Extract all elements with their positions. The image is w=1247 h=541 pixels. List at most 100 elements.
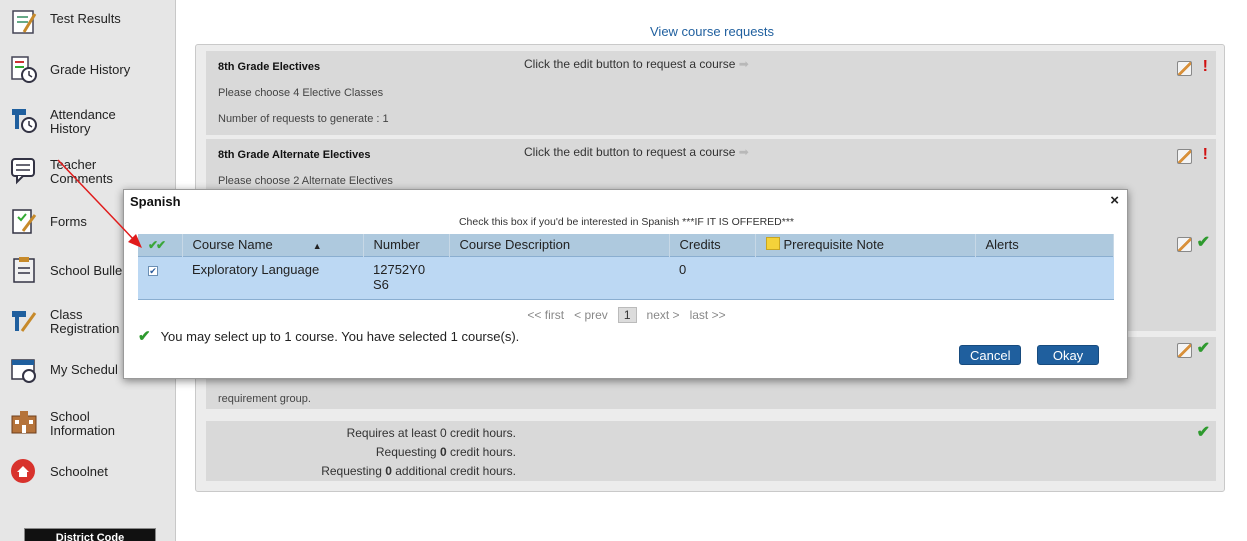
column-label: Number (373, 237, 420, 253)
sidebar-item-test-results[interactable]: Test Results (0, 0, 176, 44)
column-label: Course Description (459, 237, 571, 253)
edit-icon[interactable] (1177, 237, 1192, 252)
column-label: Credits (679, 237, 721, 253)
course-table: ✔✔ Course Name ▲ Number Course Descriptio… (138, 234, 1114, 300)
pager: << first < prev 1 next > last >> (124, 307, 1129, 323)
select-all-checkbox[interactable]: ✔✔ (138, 234, 183, 256)
ok-check-icon: ✔ (1196, 340, 1210, 357)
column-course-name[interactable]: Course Name ▲ (182, 234, 364, 256)
sidebar-item-label: School Bulle (50, 263, 123, 278)
pager-next[interactable]: next > (647, 308, 680, 322)
sidebar-item-label: Schoolnet (50, 464, 108, 479)
my-schedule-icon (6, 353, 42, 387)
column-number[interactable]: Number (363, 234, 450, 256)
row-checkbox-cell[interactable]: ✔ (138, 255, 182, 300)
warning-icon: ! (1202, 146, 1208, 163)
edit-icon[interactable] (1177, 343, 1192, 358)
column-label: Alerts (985, 237, 1019, 253)
okay-button[interactable]: Okay (1037, 345, 1099, 365)
ok-check-icon: ✔ (1196, 234, 1210, 251)
dialog-title: Spanish (130, 194, 181, 209)
sidebar-item-label: Grade History (50, 62, 131, 77)
column-label: Course Name (192, 237, 273, 253)
group-hint: Click the edit button to request a cours… (524, 57, 749, 71)
sidebar-item-teacher-comments[interactable]: Teacher Comments (0, 148, 176, 192)
grade-history-icon (6, 53, 42, 87)
table-header-row: ✔✔ Course Name ▲ Number Course Descriptio… (138, 234, 1114, 256)
group-line: requirement group. (218, 393, 311, 405)
column-course-description[interactable]: Course Description (449, 234, 670, 256)
group-hint: Click the edit button to request a cours… (524, 145, 749, 159)
credits-text: credit hours. (446, 445, 516, 459)
sidebar-item-grade-history[interactable]: Grade History (0, 48, 176, 92)
column-credits[interactable]: Credits (669, 234, 756, 256)
pager-prev[interactable]: < prev (574, 308, 608, 322)
edit-icon[interactable] (1177, 61, 1192, 76)
sidebar-item-attendance-history[interactable]: Attendance History (0, 98, 176, 142)
close-icon[interactable]: × (1110, 192, 1119, 209)
credits-additional: Requesting 0 additional credit hours. (206, 464, 516, 478)
sidebar-item-school-information[interactable]: School Information (0, 400, 176, 444)
column-prerequisite-note[interactable]: Prerequisite Note (755, 234, 976, 256)
cell-number: 12752Y0 S6 (363, 255, 449, 300)
group-line: Please choose 4 Elective Classes (218, 87, 384, 99)
row-checkbox[interactable]: ✔ (148, 265, 158, 276)
credits-requesting: Requesting 0 credit hours. (206, 445, 516, 459)
warning-icon: ! (1202, 58, 1208, 75)
course-select-dialog: Spanish × Check this box if you'd be int… (123, 189, 1128, 379)
column-alerts[interactable]: Alerts (975, 234, 1114, 256)
credits-summary: Requires at least 0 credit hours. Reques… (206, 421, 1216, 481)
group-hint-text: Click the edit button to request a cours… (524, 145, 736, 159)
school-bulletin-icon (6, 253, 42, 287)
class-registration-icon (6, 303, 42, 337)
sidebar-item-label: My Schedul (50, 362, 118, 377)
note-icon (765, 237, 780, 251)
request-group: 8th Grade Electives Click the edit butto… (206, 51, 1216, 135)
pager-current: 1 (617, 307, 637, 323)
cell-description (449, 255, 669, 300)
view-course-requests-link[interactable]: View course requests (650, 24, 774, 39)
teacher-comments-icon (6, 153, 42, 187)
pager-first[interactable]: << first (527, 308, 564, 322)
credits-value: 0 (385, 464, 392, 478)
group-title: 8th Grade Alternate Electives (218, 149, 371, 161)
group-title: 8th Grade Electives (218, 61, 321, 73)
forms-icon (6, 205, 42, 239)
selection-message: ✔ You may select up to 1 course. You have… (138, 327, 519, 345)
test-results-icon (6, 5, 42, 39)
credits-required: Requires at least 0 credit hours. (346, 426, 516, 440)
sidebar-item-label: Test Results (50, 11, 121, 26)
sort-up-icon: ▲ (312, 241, 322, 252)
pager-last[interactable]: last >> (690, 308, 726, 322)
sidebar-item-label: Class Registration (50, 307, 120, 336)
group-line: Number of requests to generate : 1 (218, 113, 389, 125)
cell-credits: 0 (669, 255, 755, 300)
group-line: Please choose 2 Alternate Electives (218, 175, 393, 187)
ok-check-icon: ✔ (1196, 424, 1210, 441)
cell-prerequisite (755, 255, 975, 300)
group-hint-text: Click the edit button to request a cours… (524, 57, 736, 71)
table-row[interactable]: ✔ Exploratory Language 12752Y0 S6 0 (138, 255, 1114, 300)
schoolnet-icon (6, 455, 42, 489)
double-check-icon: ✔✔ (148, 238, 166, 253)
ok-check-icon: ✔ (138, 328, 151, 345)
right-arrow-icon: ➡ (738, 145, 749, 159)
sidebar-item-label: Forms (50, 214, 87, 229)
cell-course-name: Exploratory Language (182, 255, 363, 300)
cancel-button[interactable]: Cancel (959, 345, 1022, 365)
credits-value: 0 (439, 445, 447, 459)
sidebar-item-label: Attendance History (50, 107, 116, 136)
edit-icon[interactable] (1177, 149, 1192, 164)
credits-text: Requesting (321, 464, 386, 478)
sidebar-item-schoolnet[interactable]: Schoolnet (0, 450, 176, 494)
school-information-icon (6, 405, 42, 439)
attendance-history-icon (6, 103, 42, 137)
selection-message-text: You may select up to 1 course. You have … (160, 329, 520, 344)
sidebar-item-label: Teacher Comments (50, 157, 113, 186)
sidebar-item-label: School Information (50, 409, 116, 438)
district-code-button[interactable]: District Code (24, 528, 156, 541)
cell-alerts (975, 255, 1114, 300)
dialog-instruction: Check this box if you'd be interested in… (458, 216, 795, 228)
column-label: Prerequisite Note (783, 237, 884, 253)
right-arrow-icon: ➡ (738, 57, 749, 71)
